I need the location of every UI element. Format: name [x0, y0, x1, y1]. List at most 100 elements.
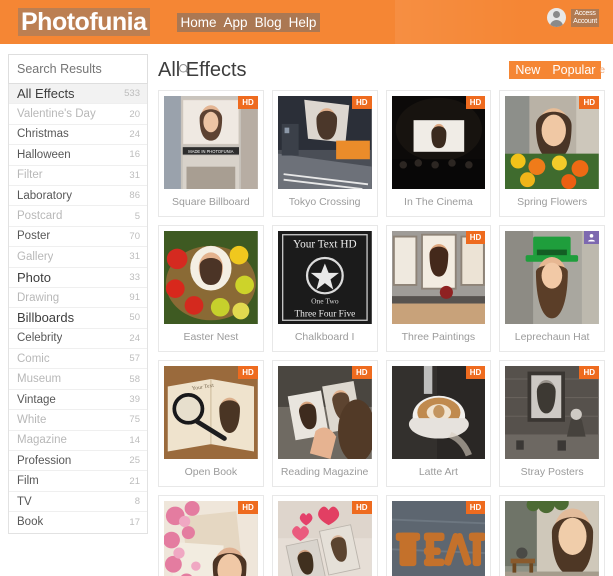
nav-blog[interactable]: Blog [255, 14, 282, 31]
sidebar-item-label: TV [17, 495, 32, 508]
sidebar-item-vintage[interactable]: Vintage 39 [9, 389, 147, 411]
effect-card[interactable]: HD In The Cinema [385, 90, 492, 217]
sidebar-item-label: Profession [17, 454, 72, 467]
sidebar-item-postcard[interactable]: Postcard 5 [9, 206, 147, 227]
sidebar-item-valentine-s-day[interactable]: Valentine's Day 20 [9, 104, 147, 125]
sidebar-item-label: Photo [17, 269, 51, 285]
account-label[interactable]: Access Account [571, 8, 599, 27]
effect-thumbnail[interactable] [505, 231, 599, 324]
effect-card[interactable]: Your Text HD One Two Three Four Five Chal… [271, 225, 378, 352]
sidebar-item-label: Vintage [17, 393, 56, 406]
site-header: Photofunia Home App Blog Help Access Accoun… [0, 0, 613, 44]
effect-card[interactable]: MADE IN PHOTOFUNIA HD Square Billboard [158, 90, 264, 217]
nav-help[interactable]: Help [289, 14, 317, 31]
main-header: All Effects New Popular e [158, 44, 605, 90]
site-logo[interactable]: Photofunia [18, 8, 150, 36]
sidebar-item-profession[interactable]: Profession 25 [9, 451, 147, 472]
effect-label: Open Book [184, 466, 238, 478]
effect-card[interactable]: HD Reading Magazine [271, 360, 378, 487]
effect-thumbnail[interactable]: HD [277, 366, 372, 459]
effect-label: Leprechaun Hat [514, 331, 590, 343]
sidebar-item-count: 57 [129, 353, 140, 365]
effect-card[interactable]: HD Stray Posters [499, 360, 605, 487]
effect-label: Three Paintings [401, 331, 476, 343]
sidebar-item-celebrity[interactable]: Celebrity 24 [9, 328, 147, 350]
search-box[interactable] [8, 54, 191, 84]
effect-card[interactable] [499, 495, 605, 576]
sidebar-item-white[interactable]: White 75 [9, 410, 147, 431]
sidebar-item-label: Valentine's Day [17, 108, 96, 121]
sidebar-item-label: Gallery [17, 250, 54, 263]
effect-card[interactable]: HD [385, 495, 492, 576]
sidebar-item-museum[interactable]: Museum 58 [9, 369, 147, 390]
nav-home[interactable]: Home [181, 14, 217, 31]
sidebar-item-label: Drawing [17, 291, 60, 304]
effect-thumbnail[interactable]: HD [505, 366, 599, 459]
svg-text:MADE IN PHOTOFUNIA: MADE IN PHOTOFUNIA [188, 149, 233, 154]
sidebar-item-label: Comic [17, 352, 50, 365]
effect-card[interactable]: Your Text HD Open Book [158, 360, 264, 487]
sidebar-item-all-effects[interactable]: All Effects 533 [9, 84, 147, 105]
sidebar-item-count: 91 [129, 292, 140, 304]
sidebar-item-count: 20 [129, 108, 140, 120]
sidebar-item-label: White [17, 413, 47, 426]
effect-card[interactable]: Leprechaun Hat [499, 225, 605, 352]
effect-thumbnail[interactable]: HD [391, 366, 486, 459]
sidebar-item-photo[interactable]: Photo 33 [9, 267, 147, 288]
sidebar-item-poster[interactable]: Poster 70 [9, 226, 147, 248]
sidebar-item-billboards[interactable]: Billboards 50 [9, 308, 147, 329]
sidebar-item-label: Book [17, 516, 44, 529]
sidebar-item-magazine[interactable]: Magazine 14 [9, 430, 147, 452]
sidebar-item-film[interactable]: Film 21 [9, 471, 147, 492]
effect-card[interactable]: HD [158, 495, 264, 576]
sidebar-item-count: 533 [124, 88, 140, 100]
effect-thumbnail[interactable] [505, 501, 599, 576]
sidebar-item-gallery[interactable]: Gallery 31 [9, 247, 147, 268]
sidebar-item-drawing[interactable]: Drawing 91 [9, 287, 147, 309]
effect-thumbnail[interactable]: HD [277, 96, 372, 189]
effects-grid: MADE IN PHOTOFUNIA HD Square Billboard HD… [158, 90, 605, 576]
effect-card[interactable]: HD Three Paintings [385, 225, 492, 352]
sidebar-item-count: 75 [129, 414, 140, 426]
effect-thumbnail[interactable]: HD [391, 501, 486, 576]
account-area[interactable]: Access Account [547, 8, 599, 27]
effect-label: Chalkboard I [294, 331, 355, 343]
effect-thumbnail[interactable]: HD [277, 501, 372, 576]
sort-popular-button[interactable]: Popular [546, 61, 602, 79]
sidebar-item-label: Postcard [17, 210, 63, 223]
effect-thumbnail[interactable]: HD [164, 501, 258, 576]
effect-card[interactable]: HD Latte Art [385, 360, 492, 487]
effect-thumbnail[interactable]: HD [391, 96, 486, 189]
effect-card[interactable]: Easter Nest [158, 225, 264, 352]
sidebar-item-laboratory[interactable]: Laboratory 86 [9, 185, 147, 207]
sidebar-item-label: Film [17, 475, 39, 488]
effect-thumbnail[interactable]: HD [505, 96, 599, 189]
effect-thumbnail[interactable]: MADE IN PHOTOFUNIA HD [164, 96, 258, 189]
header-sheen [395, 0, 525, 44]
sidebar-item-count: 70 [129, 230, 140, 242]
effect-label: Spring Flowers [517, 196, 588, 208]
sidebar-item-label: Celebrity [17, 332, 63, 345]
sidebar-item-book[interactable]: Book 17 [9, 512, 147, 533]
effect-thumbnail[interactable]: HD [391, 231, 486, 324]
sidebar-item-comic[interactable]: Comic 57 [9, 349, 147, 370]
sidebar-item-filter[interactable]: Filter 31 [9, 165, 147, 186]
effect-card[interactable]: HD Tokyo Crossing [271, 90, 378, 217]
effect-thumbnail[interactable] [164, 231, 258, 324]
main-nav: Home App Blog Help [176, 12, 321, 32]
sidebar-item-tv[interactable]: TV 8 [9, 491, 147, 513]
sidebar-item-count: 50 [129, 312, 140, 324]
effect-card[interactable]: HD [271, 495, 378, 576]
effect-card[interactable]: HD Spring Flowers [499, 90, 605, 217]
hd-badge: HD [238, 96, 258, 109]
sidebar-item-christmas[interactable]: Christmas 24 [9, 124, 147, 146]
sidebar-item-halloween[interactable]: Halloween 16 [9, 145, 147, 166]
effect-label: In The Cinema [404, 196, 473, 208]
nav-app[interactable]: App [224, 14, 248, 31]
sidebar: All Effects533 Valentine's Day 20 Christmas… [8, 54, 191, 576]
sort-new-button[interactable]: New [509, 61, 547, 79]
sidebar-item-label: Magazine [17, 434, 67, 447]
effect-thumbnail[interactable]: Your Text HD One Two Three Four Five [277, 231, 372, 324]
sort-ghost-text: e [599, 64, 605, 76]
effect-thumbnail[interactable]: Your Text HD [164, 366, 258, 459]
